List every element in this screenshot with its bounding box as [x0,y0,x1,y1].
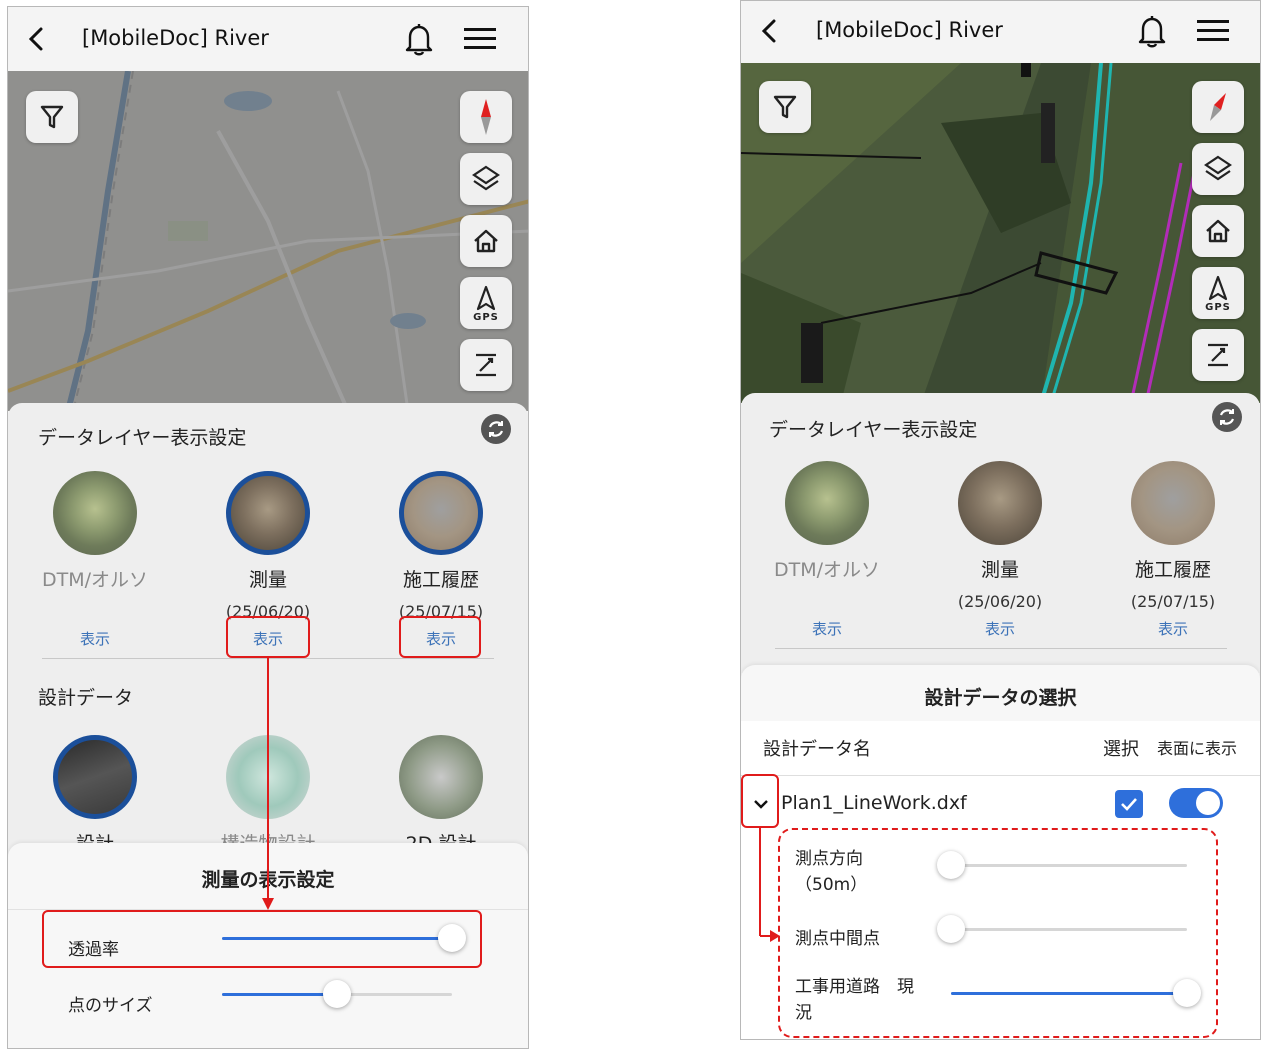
layer-name: DTM/オルソ [41,569,149,591]
measure-button[interactable] [460,339,512,391]
app-title: [MobileDoc] River [82,26,269,50]
layer-name: 測量 [248,569,287,591]
toggle-knob [1196,791,1220,815]
annotation-arrow-left [262,656,274,910]
col-name-header: 設計データ名 [763,739,871,760]
checkmark-icon [1121,798,1137,811]
layer-name: DTM/オルソ [773,559,881,581]
point-size-slider[interactable] [222,980,452,1008]
highlight-sub-layers [778,828,1218,1038]
highlight-survey-show [226,616,310,658]
menu-icon[interactable] [464,27,498,55]
layer-construction-history[interactable]: 施工履歴 (25/07/15) 表示 [1103,461,1243,639]
filter-button[interactable] [759,81,811,133]
app-header: [MobileDoc] River [8,7,528,71]
dtm-thumbnail [785,461,869,545]
layers-button[interactable] [460,153,512,205]
app-title: [MobileDoc] River [816,18,1003,42]
layer-panel: データレイヤー表示設定 DTM/オルソ 表示 測量 (25/06/20) 表示 … [741,393,1260,673]
layer-survey[interactable]: 測量 (25/06/20) 表示 [930,461,1070,639]
divider [775,648,1227,649]
layers-icon [472,165,500,191]
design-file-row[interactable]: Plan1_LineWork.dxf [741,776,1260,832]
layer-date [757,592,897,612]
home-icon [1206,219,1230,243]
measure-icon [1208,343,1228,367]
col-select-header: 選択 [1103,739,1139,760]
col-surface-header: 表面に表示 [1157,739,1238,758]
layers-icon [1204,155,1232,181]
column-header-row: 設計データ名 選択 表面に表示 [741,721,1260,776]
survey-thumbnail [958,461,1042,545]
select-checkbox[interactable] [1115,790,1143,818]
design2d-thumbnail [399,735,483,819]
bell-icon[interactable] [1135,13,1169,53]
home-button[interactable] [460,215,512,267]
layer-show-link[interactable]: 表示 [930,618,1070,639]
layer-dtm-ortho[interactable]: DTM/オルソ 表示 [25,471,165,649]
layer-name: 施工履歴 [1134,559,1211,581]
slider-knob[interactable] [323,980,351,1008]
gps-button[interactable]: GPS [460,277,512,329]
map-view[interactable]: GPS [741,63,1260,403]
home-button[interactable] [1192,205,1244,257]
back-icon[interactable] [24,25,50,57]
layer-date [25,602,165,622]
history-thumbnail [1131,461,1215,545]
compass-button[interactable] [1192,81,1244,133]
bell-icon[interactable] [402,21,436,61]
back-icon[interactable] [757,17,783,49]
layer-panel-title: データレイヤー表示設定 [769,419,978,441]
layers-button[interactable] [1192,143,1244,195]
measure-button[interactable] [1192,329,1244,381]
layer-show-link[interactable]: 表示 [25,628,165,649]
point-size-label: 点のサイズ [68,996,153,1016]
layer-name: 測量 [980,559,1019,581]
annotation-arrow-right [759,826,780,942]
design-item-design[interactable]: 設計 [25,735,165,856]
compass-button[interactable] [460,91,512,143]
refresh-icon[interactable] [1211,401,1243,437]
survey-thumbnail [226,471,310,555]
surface-toggle[interactable] [1169,788,1223,818]
highlight-opacity-row [42,910,482,968]
map-view[interactable]: GPS [8,71,528,411]
design-file-name: Plan1_LineWork.dxf [781,792,967,814]
compass-icon [1210,93,1226,121]
filter-button[interactable] [26,91,78,143]
layer-date: (25/07/15) [1130,592,1216,611]
design-section-title: 設計データ [38,687,134,709]
gps-button[interactable]: GPS [1192,267,1244,319]
design-item-2d[interactable]: 2D 設計 [371,735,511,856]
highlight-history-show [399,616,481,658]
layer-date: (25/06/20) [957,592,1043,611]
layer-show-link[interactable]: 表示 [1103,618,1243,639]
design-select-title: 設計データの選択 [924,687,1077,709]
dtm-thumbnail [53,471,137,555]
layer-panel-title: データレイヤー表示設定 [38,427,247,449]
layer-dtm-ortho[interactable]: DTM/オルソ 表示 [757,461,897,639]
gps-label: GPS [473,312,499,323]
menu-icon[interactable] [1197,19,1231,47]
design-thumbnail [53,735,137,819]
refresh-icon[interactable] [480,413,512,449]
compass-icon [481,99,491,135]
history-thumbnail [399,471,483,555]
layer-name: 施工履歴 [402,569,479,591]
home-icon [474,229,498,253]
highlight-chevron [741,774,779,828]
gps-label: GPS [1205,302,1231,313]
measure-icon [476,353,496,377]
app-header: [MobileDoc] River [741,1,1260,63]
layer-show-link[interactable]: 表示 [757,618,897,639]
slider-fill [222,993,337,996]
